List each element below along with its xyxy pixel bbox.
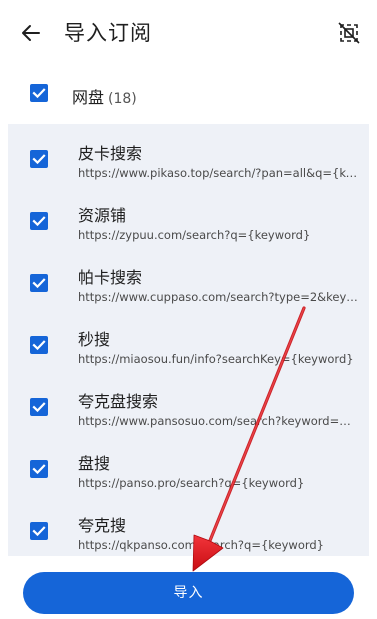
deselect-all-button[interactable]: [334, 18, 364, 48]
checkmark-icon: [32, 154, 46, 165]
item-name: 盘搜: [78, 454, 111, 473]
app-bar: 导入订阅: [0, 0, 377, 64]
checkmark-icon: [32, 526, 46, 537]
item-url: https://www.pikaso.top/search/?pan=all&q…: [78, 166, 358, 180]
checkmark-icon: [32, 464, 46, 475]
item-name: 资源铺: [78, 206, 127, 225]
item-url: https://panso.pro/search?q={keyword}: [78, 476, 305, 490]
item-name: 皮卡搜索: [78, 144, 143, 163]
item-checkbox[interactable]: [30, 336, 48, 354]
item-checkbox[interactable]: [30, 460, 48, 478]
item-checkbox[interactable]: [30, 212, 48, 230]
checkmark-icon: [32, 278, 46, 289]
checkmark-icon: [32, 216, 46, 227]
item-checkbox[interactable]: [30, 522, 48, 540]
list-item[interactable]: 夸克盘搜索 https://www.pansosuo.com/search?ke…: [8, 376, 369, 438]
deselect-all-icon: [338, 22, 360, 44]
list-item[interactable]: 秒搜 https://miaosou.fun/info?searchKey={k…: [8, 314, 369, 376]
back-button[interactable]: [14, 16, 48, 50]
item-checkbox[interactable]: [30, 398, 48, 416]
group-name: 网盘: [72, 88, 105, 107]
import-button[interactable]: 导入: [23, 572, 354, 614]
arrow-left-icon: [22, 25, 40, 41]
item-url: https://qkpanso.com/search?q={keyword}: [78, 538, 325, 552]
item-url: https://miaosou.fun/info?searchKey={keyw…: [78, 352, 354, 366]
item-url: https://www.pansosuo.com/search?keyword=…: [78, 414, 358, 428]
list-item[interactable]: 夸克搜 https://qkpanso.com/search?q={keywor…: [8, 500, 369, 556]
group-count: (18): [108, 91, 137, 107]
item-url: https://www.cuppaso.com/search?type=2&ke…: [78, 290, 358, 304]
list-item[interactable]: 皮卡搜索 https://www.pikaso.top/search/?pan=…: [8, 128, 369, 190]
item-name: 夸克盘搜索: [78, 392, 159, 411]
page-title: 导入订阅: [64, 21, 152, 45]
item-name: 帕卡搜索: [78, 268, 143, 287]
item-checkbox[interactable]: [30, 274, 48, 292]
item-url: https://zypuu.com/search?q={keyword}: [78, 228, 311, 242]
list-item[interactable]: 帕卡搜索 https://www.cuppaso.com/search?type…: [8, 252, 369, 314]
subscription-list[interactable]: 皮卡搜索 https://www.pikaso.top/search/?pan=…: [8, 124, 369, 556]
item-checkbox[interactable]: [30, 150, 48, 168]
item-name: 秒搜: [78, 330, 111, 349]
checkmark-icon: [32, 88, 46, 99]
group-label: 网盘 (18): [72, 84, 137, 108]
list-item[interactable]: 盘搜 https://panso.pro/search?q={keyword}: [8, 438, 369, 500]
group-header-netdisk[interactable]: 网盘 (18): [0, 72, 377, 118]
checkmark-icon: [32, 340, 46, 351]
group-checkbox[interactable]: [30, 84, 48, 102]
checkmark-icon: [32, 402, 46, 413]
list-item[interactable]: 资源铺 https://zypuu.com/search?q={keyword}: [8, 190, 369, 252]
item-name: 夸克搜: [78, 516, 127, 535]
